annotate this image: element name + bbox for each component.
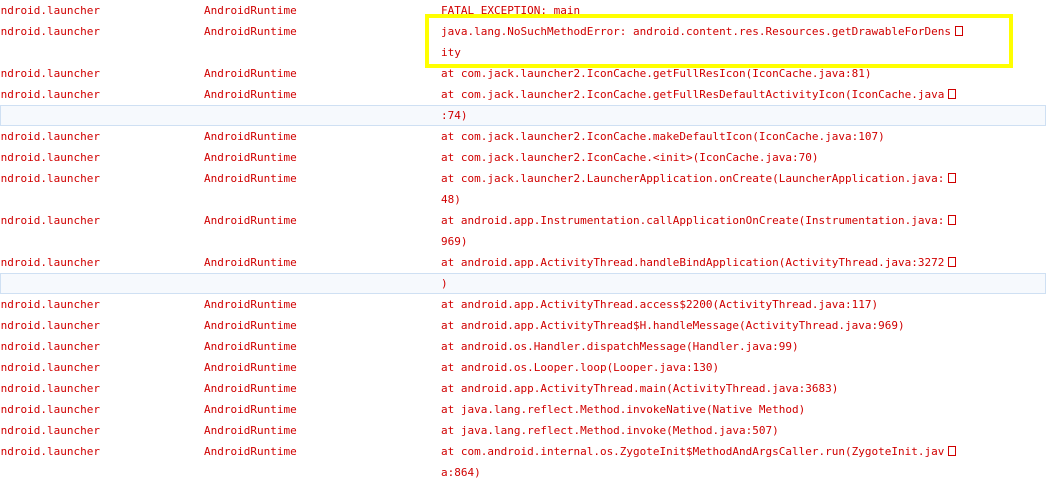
log-tag: AndroidRuntime [204,151,297,164]
log-row[interactable]: android.launcher AndroidRuntime FATAL EX… [0,0,1048,21]
log-tag: AndroidRuntime [204,319,297,332]
log-tag: AndroidRuntime [204,340,297,353]
log-row[interactable]: android.launcher AndroidRuntime java.lan… [0,21,1048,42]
log-row[interactable]: ity [0,42,1048,63]
log-message: :74) [441,109,468,122]
log-application: android.launcher [0,256,100,269]
log-message: at com.jack.launcher2.IconCache.getFullR… [441,84,957,105]
log-row[interactable]: android.launcher AndroidRuntime at com.j… [0,126,1048,147]
log-application: android.launcher [0,403,100,416]
log-message: at android.os.Looper.loop(Looper.java:13… [441,361,720,374]
log-message: a:864) [441,466,481,479]
log-row[interactable]: android.launcher AndroidRuntime at andro… [0,315,1048,336]
log-row[interactable]: android.launcher AndroidRuntime at com.j… [0,84,1048,105]
log-application: android.launcher [0,361,100,374]
log-row[interactable]: 969) [0,231,1048,252]
log-tag: AndroidRuntime [204,67,297,80]
log-message: at android.app.ActivityThread.handleBind… [441,252,957,273]
log-application: android.launcher [0,172,100,185]
log-application: android.launcher [0,67,100,80]
log-message: at com.jack.launcher2.IconCache.<init>(I… [441,151,819,164]
log-row[interactable]: android.launcher AndroidRuntime at com.j… [0,147,1048,168]
log-application: android.launcher [0,130,100,143]
line-wrap-icon [954,26,963,36]
log-message: 48) [441,193,461,206]
log-application: android.launcher [0,298,100,311]
line-wrap-icon [948,215,957,225]
log-application: android.launcher [0,4,100,17]
log-row[interactable]: android.launcher AndroidRuntime at java.… [0,420,1048,441]
log-tag: AndroidRuntime [204,403,297,416]
log-message: at android.os.Handler.dispatchMessage(Ha… [441,340,799,353]
line-wrap-icon [948,446,957,456]
log-message: at android.app.ActivityThread.main(Activ… [441,382,839,395]
log-row[interactable]: android.launcher AndroidRuntime at andro… [0,210,1048,231]
log-row[interactable]: android.launcher AndroidRuntime at java.… [0,399,1048,420]
log-application: android.launcher [0,445,100,458]
log-message: at com.jack.launcher2.LauncherApplicatio… [441,168,957,189]
log-message: ) [441,277,448,290]
log-message: ity [441,46,461,59]
log-message: FATAL EXCEPTION: main [441,4,581,17]
logcat-table: android.launcher AndroidRuntime FATAL EX… [0,0,1048,483]
log-message: at android.app.ActivityThread$H.handleMe… [441,319,905,332]
log-tag: AndroidRuntime [204,445,297,458]
log-tag: AndroidRuntime [204,4,297,17]
log-row[interactable]: android.launcher AndroidRuntime at com.j… [0,168,1048,189]
log-tag: AndroidRuntime [204,214,297,227]
log-row[interactable]: android.launcher AndroidRuntime at com.j… [0,63,1048,84]
log-application: android.launcher [0,88,100,101]
log-row[interactable]: android.launcher AndroidRuntime at andro… [0,378,1048,399]
log-row[interactable]: a:864) [0,462,1048,483]
log-tag: AndroidRuntime [204,256,297,269]
log-row[interactable]: 48) [0,189,1048,210]
line-wrap-icon [948,257,957,267]
log-message: at com.jack.launcher2.IconCache.getFullR… [441,67,872,80]
log-message: at com.jack.launcher2.IconCache.makeDefa… [441,130,885,143]
log-application: android.launcher [0,214,100,227]
log-row[interactable]: android.launcher AndroidRuntime at andro… [0,252,1048,273]
log-row[interactable]: android.launcher AndroidRuntime at andro… [0,294,1048,315]
log-application: android.launcher [0,25,100,38]
log-message: java.lang.NoSuchMethodError: android.con… [441,21,963,42]
log-message: at java.lang.reflect.Method.invoke(Metho… [441,424,779,437]
log-application: android.launcher [0,151,100,164]
log-tag: AndroidRuntime [204,25,297,38]
log-tag: AndroidRuntime [204,424,297,437]
log-row[interactable]: :74) [0,105,1046,126]
log-tag: AndroidRuntime [204,88,297,101]
log-application: android.launcher [0,319,100,332]
log-tag: AndroidRuntime [204,361,297,374]
line-wrap-icon [948,173,957,183]
log-application: android.launcher [0,424,100,437]
log-row[interactable]: ) [0,273,1046,294]
log-tag: AndroidRuntime [204,130,297,143]
line-wrap-icon [948,89,957,99]
log-tag: AndroidRuntime [204,382,297,395]
log-application: android.launcher [0,340,100,353]
log-message: at java.lang.reflect.Method.invokeNative… [441,403,806,416]
log-row[interactable]: android.launcher AndroidRuntime at andro… [0,357,1048,378]
log-row[interactable]: android.launcher AndroidRuntime at com.a… [0,441,1048,462]
log-row[interactable]: android.launcher AndroidRuntime at andro… [0,336,1048,357]
log-message: at android.app.ActivityThread.access$220… [441,298,879,311]
log-message: at android.app.Instrumentation.callAppli… [441,210,957,231]
log-tag: AndroidRuntime [204,172,297,185]
log-tag: AndroidRuntime [204,298,297,311]
log-message: 969) [441,235,468,248]
log-application: android.launcher [0,382,100,395]
log-message: at com.android.internal.os.ZygoteInit$Me… [441,441,957,462]
